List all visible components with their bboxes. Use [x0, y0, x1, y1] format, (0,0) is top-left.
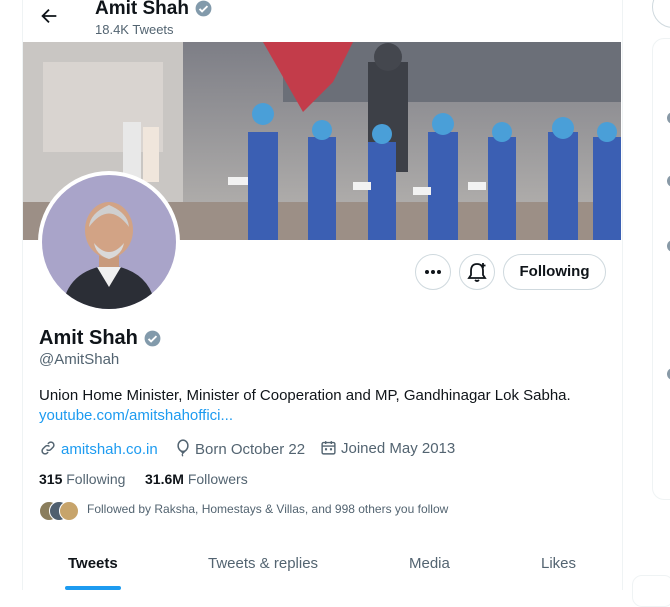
followers-count: 31.6M	[145, 471, 184, 487]
search-button[interactable]	[652, 0, 670, 28]
tab-media[interactable]: Media	[409, 555, 450, 572]
notifications-button[interactable]	[459, 254, 495, 290]
followers-label: Followers	[187, 471, 248, 487]
messages-drawer[interactable]	[632, 575, 670, 607]
tab-likes[interactable]: Likes	[541, 555, 576, 572]
followed-by-text[interactable]: Followed by Raksha, Homestays & Villas, …	[87, 502, 448, 516]
following-stat[interactable]: 315 Following	[39, 471, 125, 487]
calendar-icon	[321, 441, 336, 455]
header-name: Amit Shah	[95, 0, 189, 19]
profile-avatar-container	[38, 171, 180, 313]
profile-handle: @AmitShah	[39, 351, 120, 368]
website-item: amitshah.co.in	[39, 439, 158, 458]
avatar[interactable]	[42, 175, 176, 309]
joined-date: Joined May 2013	[341, 440, 456, 457]
link-icon	[41, 441, 55, 455]
followers-stat[interactable]: 31.6M Followers	[145, 471, 248, 487]
back-arrow-icon[interactable]	[38, 5, 60, 27]
bio-link[interactable]: youtube.com/amitshahoffici...	[39, 407, 233, 424]
following-button[interactable]: Following	[503, 254, 606, 290]
birthday-balloon-icon	[177, 439, 189, 457]
born-date: Born October 22	[195, 441, 306, 458]
more-button[interactable]	[415, 254, 451, 290]
right-sidebar-panel	[652, 38, 670, 500]
verified-badge-icon	[195, 1, 212, 17]
tab-tweets-replies[interactable]: Tweets & replies	[208, 555, 318, 572]
header-title: Amit Shah	[95, 0, 213, 20]
more-icon	[425, 270, 441, 274]
profile-name-row: Amit Shah	[39, 327, 162, 350]
following-label: Following	[66, 471, 126, 487]
profile-bio: Union Home Minister, Minister of Coopera…	[39, 387, 571, 404]
followed-by-avatars[interactable]	[39, 501, 79, 521]
joined-item: Joined May 2013	[320, 439, 455, 457]
tweet-count: 18.4K Tweets	[95, 22, 174, 37]
website-link[interactable]: amitshah.co.in	[61, 441, 158, 458]
born-item: Born October 22	[175, 439, 305, 458]
tab-tweets[interactable]: Tweets	[68, 555, 118, 572]
notification-bell-plus-icon	[467, 263, 487, 282]
verified-badge-icon	[145, 330, 161, 347]
following-count: 315	[39, 471, 63, 487]
profile-name: Amit Shah	[39, 327, 138, 349]
active-tab-indicator	[65, 586, 121, 590]
avatar	[59, 501, 79, 521]
